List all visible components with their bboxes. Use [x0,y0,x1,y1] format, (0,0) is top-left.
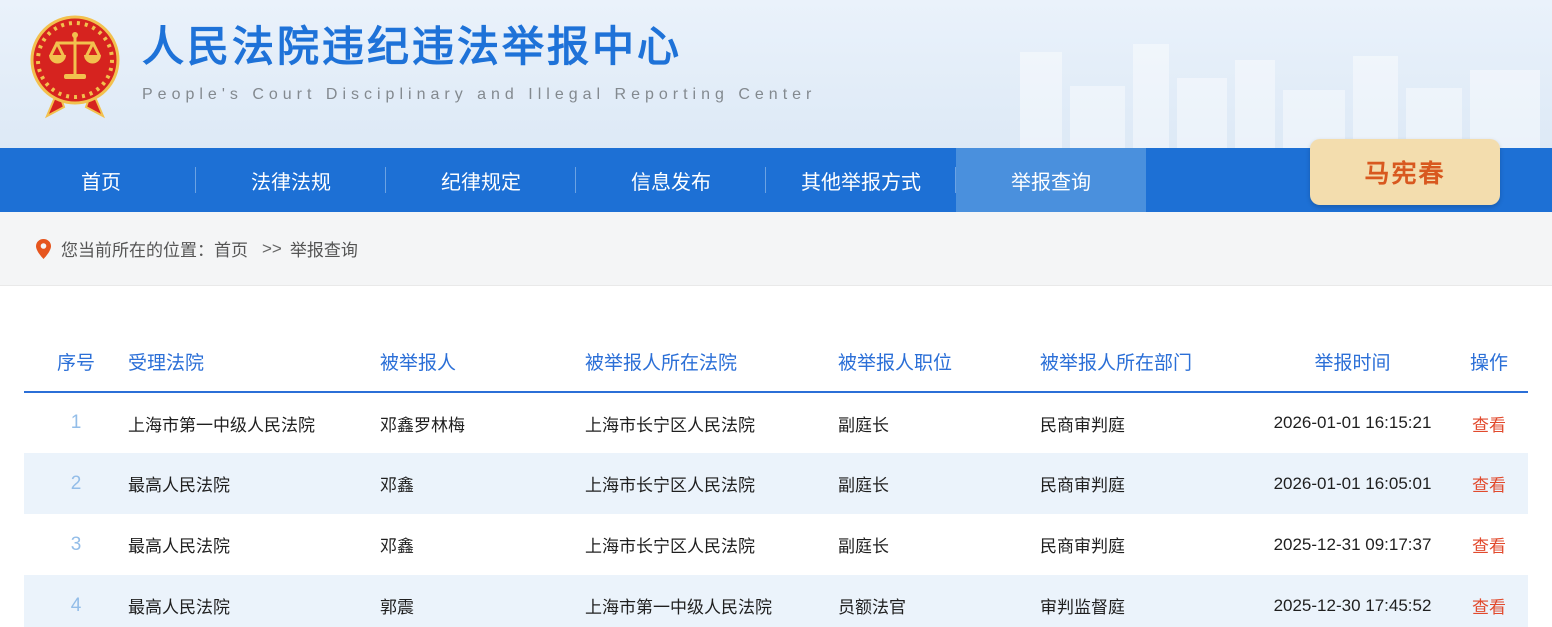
cell-action: 查看 [1450,575,1528,627]
site-subtitle: People's Court Disciplinary and Illegal … [142,86,816,104]
cell-reported-person-court: 上海市长宁区人民法院 [585,514,838,575]
table-row: 1 上海市第一中级人民法院 邓鑫罗林梅 上海市长宁区人民法院 副庭长 民商审判庭… [24,392,1528,453]
breadcrumb-current: 举报查询 [290,236,358,261]
header-banner: 人民法院违纪违法举报中心 People's Court Disciplinary… [0,0,1552,148]
cell-action: 查看 [1450,392,1528,453]
cell-accepting-court: 最高人民法院 [128,453,380,514]
cell-report-time: 2025-12-30 17:45:52 [1255,575,1450,627]
cell-report-time: 2026-01-01 16:05:01 [1255,453,1450,514]
breadcrumb-separator: >> [262,239,282,259]
view-link[interactable]: 查看 [1472,598,1506,617]
nav-item-laws[interactable]: 法律法规 [196,148,386,212]
cell-reported-person: 邓鑫罗林梅 [380,392,585,453]
cell-reported-person-court: 上海市长宁区人民法院 [585,392,838,453]
main-nav: 首页 法律法规 纪律规定 信息发布 其他举报方式 举报查询 马宪春 [0,148,1552,212]
table-header-row: 序号 受理法院 被举报人 被举报人所在法院 被举报人职位 被举报人所在部门 举报… [24,338,1528,392]
site-title-block: 人民法院违纪违法举报中心 People's Court Disciplinary… [142,24,816,104]
cell-action: 查看 [1450,453,1528,514]
cell-no: 4 [24,575,128,627]
col-header-reported-person: 被举报人 [380,338,585,392]
col-header-report-time: 举报时间 [1255,338,1450,392]
cell-no: 3 [24,514,128,575]
breadcrumb-home-link[interactable]: 首页 [214,236,248,261]
cell-report-time: 2026-01-01 16:15:21 [1255,392,1450,453]
col-header-action: 操作 [1450,338,1528,392]
cell-accepting-court: 最高人民法院 [128,514,380,575]
report-table-container: 序号 受理法院 被举报人 被举报人所在法院 被举报人职位 被举报人所在部门 举报… [24,338,1528,627]
cell-accepting-court: 上海市第一中级人民法院 [128,392,380,453]
table-row: 2 最高人民法院 邓鑫 上海市长宁区人民法院 副庭长 民商审判庭 2026-01… [24,453,1528,514]
cell-position: 副庭长 [838,392,1040,453]
col-header-department: 被举报人所在部门 [1040,338,1255,392]
col-header-accepting-court: 受理法院 [128,338,380,392]
view-link[interactable]: 查看 [1472,476,1506,495]
username-label: 马宪春 [1364,154,1445,190]
cell-position: 员额法官 [838,575,1040,627]
court-emblem-icon [28,10,122,127]
cell-no: 2 [24,453,128,514]
breadcrumb: 您当前所在的位置： 首页 >> 举报查询 [0,212,1552,286]
cell-department: 民商审判庭 [1040,392,1255,453]
nav-item-news[interactable]: 信息发布 [576,148,766,212]
nav-item-report-query[interactable]: 举报查询 [956,148,1146,212]
cell-reported-person: 郭震 [380,575,585,627]
location-pin-icon [36,239,51,259]
nav-item-other-report-methods[interactable]: 其他举报方式 [766,148,956,212]
cell-action: 查看 [1450,514,1528,575]
user-button[interactable]: 马宪春 [1310,139,1500,205]
cell-department: 民商审判庭 [1040,514,1255,575]
col-header-reported-person-court: 被举报人所在法院 [585,338,838,392]
cell-position: 副庭长 [838,514,1040,575]
cell-position: 副庭长 [838,453,1040,514]
view-link[interactable]: 查看 [1472,537,1506,556]
nav-item-discipline[interactable]: 纪律规定 [386,148,576,212]
cell-report-time: 2025-12-31 09:17:37 [1255,514,1450,575]
view-link[interactable]: 查看 [1472,416,1506,435]
cell-reported-person-court: 上海市第一中级人民法院 [585,575,838,627]
report-table: 序号 受理法院 被举报人 被举报人所在法院 被举报人职位 被举报人所在部门 举报… [24,338,1528,627]
cell-reported-person: 邓鑫 [380,514,585,575]
table-row: 4 最高人民法院 郭震 上海市第一中级人民法院 员额法官 审判监督庭 2025-… [24,575,1528,627]
cell-accepting-court: 最高人民法院 [128,575,380,627]
site-title: 人民法院违纪违法举报中心 [142,24,816,70]
cell-no: 1 [24,392,128,453]
cell-reported-person: 邓鑫 [380,453,585,514]
col-header-position: 被举报人职位 [838,338,1040,392]
nav-item-home[interactable]: 首页 [6,148,196,212]
cell-department: 审判监督庭 [1040,575,1255,627]
col-header-no: 序号 [24,338,128,392]
cell-department: 民商审判庭 [1040,453,1255,514]
breadcrumb-prefix: 您当前所在的位置： [61,236,214,261]
table-row: 3 最高人民法院 邓鑫 上海市长宁区人民法院 副庭长 民商审判庭 2025-12… [24,514,1528,575]
cell-reported-person-court: 上海市长宁区人民法院 [585,453,838,514]
